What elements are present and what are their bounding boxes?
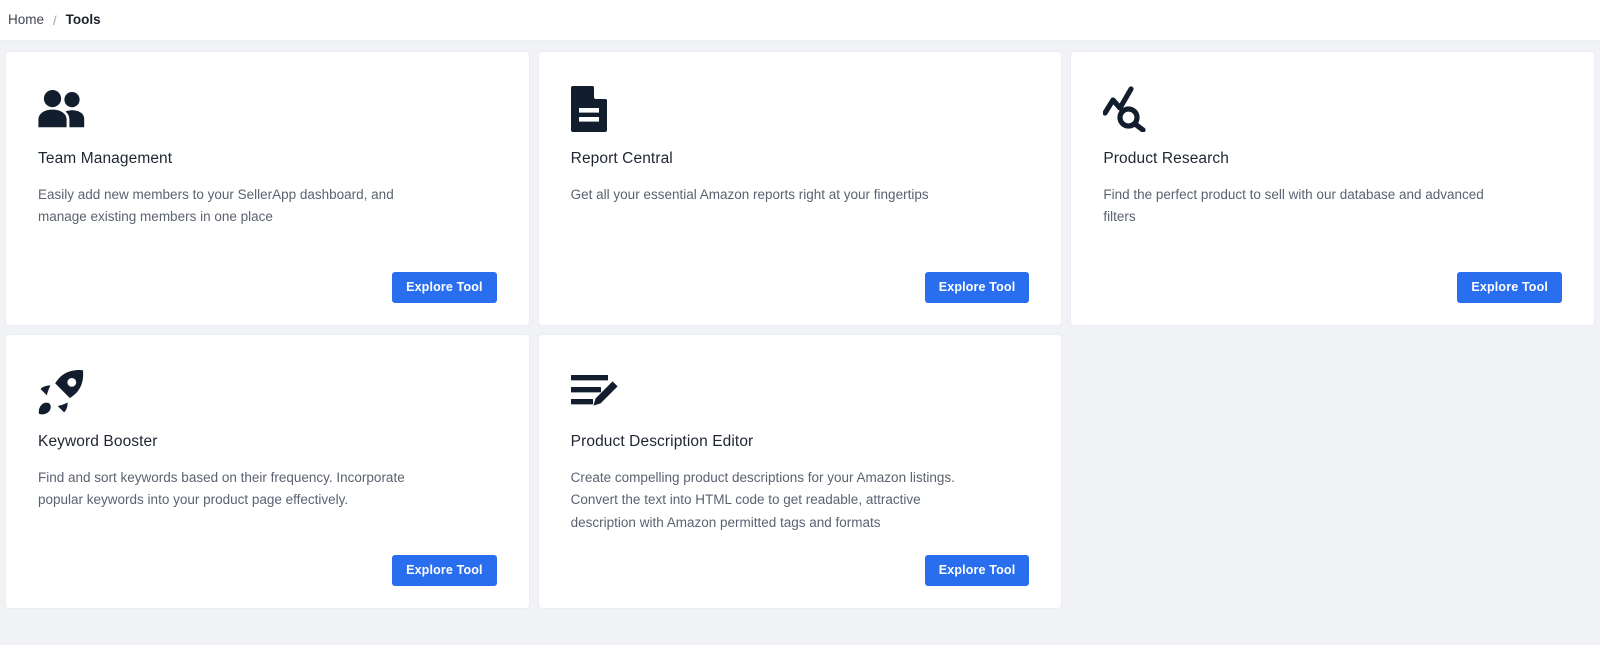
document-report-icon <box>570 84 1030 134</box>
tool-card-title: Product Research <box>1103 150 1229 167</box>
list-edit-pencil-icon <box>570 367 1030 417</box>
tool-card-footer: Explore Tool <box>571 555 1030 586</box>
tool-card-description: Easily add new members to your SellerApp… <box>38 186 394 225</box>
tool-card-team-management[interactable]: Team Management Easily add new members t… <box>6 52 529 325</box>
breadcrumb-current-page: Tools <box>65 12 101 28</box>
people-group-icon <box>38 84 497 134</box>
tool-card-description: Find the perfect product to sell with ou… <box>1103 186 1484 225</box>
rocket-icon <box>38 367 497 417</box>
breadcrumb: Home / Tools <box>8 13 101 27</box>
top-header-bar: Home / Tools <box>0 0 1600 41</box>
tool-card-product-research[interactable]: Product Research Find the perfect produc… <box>1071 52 1594 325</box>
explore-tool-button[interactable]: Explore Tool <box>392 555 497 586</box>
tool-card-product-description-editor[interactable]: Product Description Editor Create compel… <box>538 335 1062 608</box>
tool-card-description: Find and sort keywords based on their fr… <box>38 469 405 508</box>
tool-card-title: Report Central <box>570 150 673 167</box>
tool-card-footer: Explore Tool <box>38 272 497 303</box>
breadcrumb-home-link[interactable]: Home <box>8 13 44 27</box>
tool-card-description: Get all your essential Amazon reports ri… <box>570 186 929 202</box>
explore-tool-button[interactable]: Explore Tool <box>924 272 1030 303</box>
trend-search-icon <box>1103 84 1562 134</box>
tool-card-title: Team Management <box>38 150 173 167</box>
tool-card-title: Product Description Editor <box>570 433 754 450</box>
empty-grid-slot <box>1071 335 1594 608</box>
tools-grid: Team Management Easily add new members t… <box>0 41 1600 614</box>
tool-card-title: Keyword Booster <box>38 433 158 450</box>
explore-tool-button[interactable]: Explore Tool <box>392 272 497 303</box>
tool-card-description: Create compelling product descriptions f… <box>570 469 955 530</box>
tool-card-footer: Explore Tool <box>38 555 497 586</box>
explore-tool-button[interactable]: Explore Tool <box>924 555 1030 586</box>
breadcrumb-separator: / <box>53 12 57 28</box>
tool-card-keyword-booster[interactable]: Keyword Booster Find and sort keywords b… <box>6 335 529 608</box>
tool-card-report-central[interactable]: Report Central Get all your essential Am… <box>538 52 1062 325</box>
tool-card-footer: Explore Tool <box>571 272 1030 303</box>
explore-tool-button[interactable]: Explore Tool <box>1457 272 1562 303</box>
tool-card-footer: Explore Tool <box>1103 272 1562 303</box>
